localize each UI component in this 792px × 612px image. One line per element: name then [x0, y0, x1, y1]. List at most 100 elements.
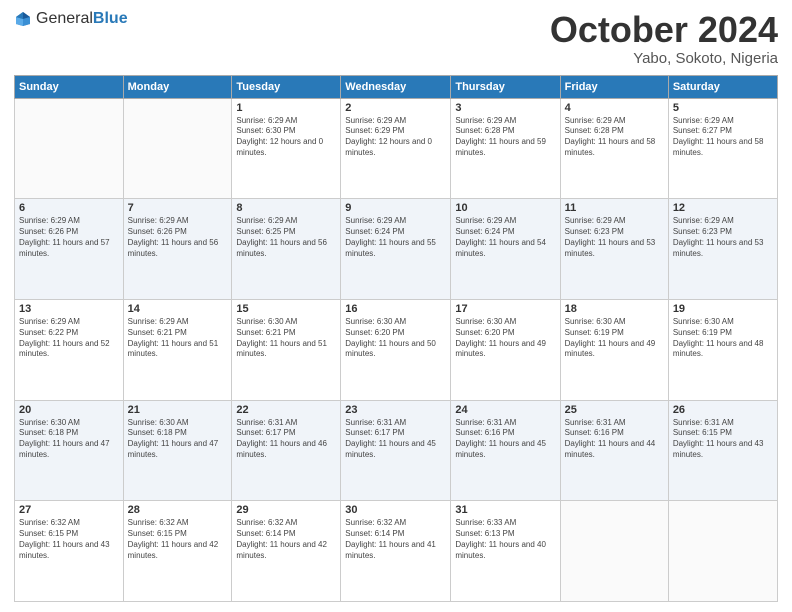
logo-text: GeneralBlue	[36, 10, 128, 28]
calendar-cell: 12 Sunrise: 6:29 AMSunset: 6:23 PMDayligh…	[668, 199, 777, 300]
calendar-cell: 11 Sunrise: 6:29 AMSunset: 6:23 PMDayligh…	[560, 199, 668, 300]
day-number: 19	[673, 303, 773, 315]
calendar-cell: 21Sunrise: 6:30 AMSunset: 6:18 PMDayligh…	[123, 400, 232, 501]
day-number: 6	[19, 202, 119, 214]
day-number: 30	[345, 504, 446, 516]
day-number: 29	[236, 504, 336, 516]
calendar-cell: 9 Sunrise: 6:29 AMSunset: 6:24 PMDaylight…	[341, 199, 451, 300]
calendar-cell: 24 Sunrise: 6:31 AMSunset: 6:16 PMDayligh…	[451, 400, 560, 501]
day-number: 28	[128, 504, 228, 516]
calendar-cell: 26Sunrise: 6:31 AMSunset: 6:15 PMDayligh…	[668, 400, 777, 501]
day-detail: Sunrise: 6:29 AMSunset: 6:27 PMDaylight:…	[673, 116, 773, 159]
day-detail: Sunrise: 6:29 AMSunset: 6:25 PMDaylight:…	[236, 216, 336, 259]
day-number: 18	[565, 303, 664, 315]
day-number: 17	[455, 303, 555, 315]
page: GeneralBlue October 2024 Yabo, Sokoto, N…	[0, 0, 792, 612]
day-number: 11	[565, 202, 664, 214]
day-header-monday: Monday	[123, 75, 232, 98]
day-number: 3	[455, 102, 555, 114]
day-header-wednesday: Wednesday	[341, 75, 451, 98]
day-number: 15	[236, 303, 336, 315]
day-header-thursday: Thursday	[451, 75, 560, 98]
day-number: 8	[236, 202, 336, 214]
day-detail: Sunrise: 6:29 AMSunset: 6:23 PMDaylight:…	[673, 216, 773, 259]
calendar-week-row: 1 Sunrise: 6:29 AMSunset: 6:30 PMDaylight…	[15, 98, 778, 199]
calendar-cell: 28 Sunrise: 6:32 AMSunset: 6:15 PMDayligh…	[123, 501, 232, 602]
day-detail: Sunrise: 6:30 AMSunset: 6:21 PMDaylight:…	[236, 317, 336, 360]
calendar-header-row: SundayMondayTuesdayWednesdayThursdayFrid…	[15, 75, 778, 98]
calendar-cell: 30 Sunrise: 6:32 AMSunset: 6:14 PMDayligh…	[341, 501, 451, 602]
location: Yabo, Sokoto, Nigeria	[550, 50, 778, 67]
day-number: 31	[455, 504, 555, 516]
day-detail: Sunrise: 6:32 AMSunset: 6:14 PMDaylight:…	[236, 518, 336, 561]
day-number: 13	[19, 303, 119, 315]
logo-general: General	[36, 10, 93, 27]
calendar-cell: 16 Sunrise: 6:30 AMSunset: 6:20 PMDayligh…	[341, 299, 451, 400]
day-detail: Sunrise: 6:29 AMSunset: 6:28 PMDaylight:…	[455, 116, 555, 159]
calendar-cell: 15 Sunrise: 6:30 AMSunset: 6:21 PMDayligh…	[232, 299, 341, 400]
day-detail: Sunrise: 6:32 AMSunset: 6:15 PMDaylight:…	[19, 518, 119, 561]
month-title: October 2024	[550, 10, 778, 50]
calendar-cell: 20Sunrise: 6:30 AMSunset: 6:18 PMDayligh…	[15, 400, 124, 501]
day-detail: Sunrise: 6:29 AMSunset: 6:24 PMDaylight:…	[455, 216, 555, 259]
day-detail: Sunrise: 6:33 AMSunset: 6:13 PMDaylight:…	[455, 518, 555, 561]
calendar-cell	[15, 98, 124, 199]
calendar-cell: 22Sunrise: 6:31 AMSunset: 6:17 PMDayligh…	[232, 400, 341, 501]
day-number: 14	[128, 303, 228, 315]
calendar-cell	[560, 501, 668, 602]
day-number: 27	[19, 504, 119, 516]
day-detail: Sunrise: 6:30 AMSunset: 6:19 PMDaylight:…	[673, 317, 773, 360]
day-detail: Sunrise: 6:29 AMSunset: 6:21 PMDaylight:…	[128, 317, 228, 360]
day-detail: Sunrise: 6:29 AMSunset: 6:23 PMDaylight:…	[565, 216, 664, 259]
calendar-cell: 23 Sunrise: 6:31 AMSunset: 6:17 PMDayligh…	[341, 400, 451, 501]
calendar-cell: 18Sunrise: 6:30 AMSunset: 6:19 PMDayligh…	[560, 299, 668, 400]
calendar-cell: 19 Sunrise: 6:30 AMSunset: 6:19 PMDayligh…	[668, 299, 777, 400]
calendar-cell: 10 Sunrise: 6:29 AMSunset: 6:24 PMDayligh…	[451, 199, 560, 300]
calendar-cell: 7Sunrise: 6:29 AMSunset: 6:26 PMDaylight…	[123, 199, 232, 300]
calendar-week-row: 6 Sunrise: 6:29 AMSunset: 6:26 PMDaylight…	[15, 199, 778, 300]
day-detail: Sunrise: 6:30 AMSunset: 6:18 PMDaylight:…	[128, 418, 228, 461]
day-detail: Sunrise: 6:29 AMSunset: 6:24 PMDaylight:…	[345, 216, 446, 259]
day-detail: Sunrise: 6:29 AMSunset: 6:22 PMDaylight:…	[19, 317, 119, 360]
calendar-cell: 14 Sunrise: 6:29 AMSunset: 6:21 PMDayligh…	[123, 299, 232, 400]
calendar-cell	[123, 98, 232, 199]
day-header-tuesday: Tuesday	[232, 75, 341, 98]
day-number: 26	[673, 404, 773, 416]
day-number: 25	[565, 404, 664, 416]
day-number: 7	[128, 202, 228, 214]
day-detail: Sunrise: 6:29 AMSunset: 6:30 PMDaylight:…	[236, 116, 336, 159]
calendar-cell: 8 Sunrise: 6:29 AMSunset: 6:25 PMDaylight…	[232, 199, 341, 300]
calendar-cell: 5 Sunrise: 6:29 AMSunset: 6:27 PMDaylight…	[668, 98, 777, 199]
calendar-cell: 17 Sunrise: 6:30 AMSunset: 6:20 PMDayligh…	[451, 299, 560, 400]
calendar-cell: 2Sunrise: 6:29 AMSunset: 6:29 PMDaylight…	[341, 98, 451, 199]
day-detail: Sunrise: 6:32 AMSunset: 6:14 PMDaylight:…	[345, 518, 446, 561]
day-number: 5	[673, 102, 773, 114]
day-detail: Sunrise: 6:30 AMSunset: 6:20 PMDaylight:…	[345, 317, 446, 360]
day-number: 12	[673, 202, 773, 214]
calendar-cell: 13 Sunrise: 6:29 AMSunset: 6:22 PMDayligh…	[15, 299, 124, 400]
day-detail: Sunrise: 6:29 AMSunset: 6:29 PMDaylight:…	[345, 116, 446, 159]
day-detail: Sunrise: 6:31 AMSunset: 6:17 PMDaylight:…	[345, 418, 446, 461]
day-number: 10	[455, 202, 555, 214]
day-detail: Sunrise: 6:32 AMSunset: 6:15 PMDaylight:…	[128, 518, 228, 561]
calendar-cell: 1 Sunrise: 6:29 AMSunset: 6:30 PMDaylight…	[232, 98, 341, 199]
day-detail: Sunrise: 6:29 AMSunset: 6:26 PMDaylight:…	[19, 216, 119, 259]
day-detail: Sunrise: 6:30 AMSunset: 6:20 PMDaylight:…	[455, 317, 555, 360]
header: GeneralBlue October 2024 Yabo, Sokoto, N…	[14, 10, 778, 67]
day-header-sunday: Sunday	[15, 75, 124, 98]
day-number: 24	[455, 404, 555, 416]
day-detail: Sunrise: 6:31 AMSunset: 6:16 PMDaylight:…	[455, 418, 555, 461]
day-header-friday: Friday	[560, 75, 668, 98]
calendar-cell: 27 Sunrise: 6:32 AMSunset: 6:15 PMDayligh…	[15, 501, 124, 602]
calendar-week-row: 13 Sunrise: 6:29 AMSunset: 6:22 PMDayligh…	[15, 299, 778, 400]
calendar-cell: 6 Sunrise: 6:29 AMSunset: 6:26 PMDaylight…	[15, 199, 124, 300]
logo-blue: Blue	[93, 10, 128, 27]
logo: GeneralBlue	[14, 10, 128, 28]
calendar-cell: 29 Sunrise: 6:32 AMSunset: 6:14 PMDayligh…	[232, 501, 341, 602]
day-number: 23	[345, 404, 446, 416]
day-number: 9	[345, 202, 446, 214]
day-detail: Sunrise: 6:29 AMSunset: 6:28 PMDaylight:…	[565, 116, 664, 159]
day-number: 1	[236, 102, 336, 114]
day-number: 16	[345, 303, 446, 315]
day-detail: Sunrise: 6:30 AMSunset: 6:18 PMDaylight:…	[19, 418, 119, 461]
